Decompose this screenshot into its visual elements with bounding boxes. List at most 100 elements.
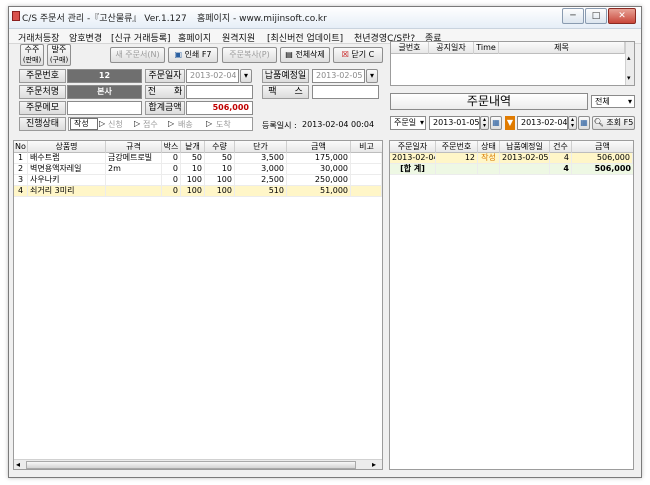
cell-each[interactable]: 10 [181, 164, 205, 175]
cell-box[interactable]: 0 [162, 153, 181, 164]
menu-new-register[interactable]: [신규 거래등록] [111, 31, 171, 44]
menu-homepage[interactable]: 홈페이지 [178, 31, 211, 44]
from-date-field[interactable]: 2013-01-05 [429, 116, 480, 130]
cell-qty[interactable]: 100 [205, 175, 235, 186]
cell-each[interactable]: 100 [181, 186, 205, 197]
cell-count[interactable]: 4 [550, 153, 572, 164]
notice-vertical-scrollbar[interactable]: ▴ ▾ [625, 42, 634, 85]
delete-all-button[interactable]: ▤ 전체삭제 [280, 47, 330, 63]
tab-sales-order[interactable]: 수주 (판매) [20, 44, 44, 66]
tab-purchase-order[interactable]: 발주 (구매) [47, 44, 71, 66]
new-order-button[interactable]: 새 주문서(N) [110, 47, 165, 63]
cell-note[interactable] [351, 153, 382, 164]
cell-order-amount[interactable]: 506,000 [572, 153, 633, 164]
copy-order-button[interactable]: 주문복사(P) [222, 47, 277, 63]
order-date-picker-icon[interactable]: ▾ [240, 69, 252, 83]
cell-qty[interactable]: 10 [205, 164, 235, 175]
cell-delivery-date[interactable]: 2013-02-05 [500, 153, 550, 164]
cell-amount[interactable]: 250,000 [287, 175, 351, 186]
menu-remote-support[interactable]: 원격지원 [222, 31, 255, 44]
status-step-arrive[interactable]: 도착 [216, 119, 231, 130]
status-step-ship[interactable]: 배송 [178, 119, 193, 130]
cell-unit-price[interactable]: 510 [235, 186, 287, 197]
tab-purchase-label: 발주 [51, 45, 67, 54]
col-notice-no: 글번호 [391, 42, 429, 54]
fax-field[interactable] [312, 85, 379, 99]
close-window-button[interactable]: ✕ [608, 8, 636, 24]
cell-spec[interactable] [106, 175, 162, 186]
cell-box[interactable]: 0 [162, 175, 181, 186]
minimize-button[interactable]: ─ [562, 8, 584, 24]
scroll-left-icon[interactable]: ◂ [16, 460, 20, 469]
phone-field[interactable] [186, 85, 253, 99]
total-label: 합계금액 [145, 101, 185, 115]
cell-order-date[interactable]: 2013-02-04 [390, 153, 436, 164]
table-row[interactable]: 2 벽면용액자레일 2m 0 10 10 3,000 30,000 [14, 164, 382, 175]
customer-field[interactable]: 본사 [67, 85, 142, 99]
search-button[interactable]: 🔍︎ 조회 F5 [592, 116, 635, 130]
cell-note[interactable] [351, 164, 382, 175]
menu-customers[interactable]: 거래처등장 [18, 31, 59, 44]
delivery-date-picker-icon[interactable]: ▾ [366, 69, 378, 83]
cell-no[interactable]: 2 [14, 164, 28, 175]
from-calendar-icon[interactable]: ▦ [490, 116, 502, 130]
cell-product[interactable]: 사우나키 [28, 175, 106, 186]
cell-no[interactable]: 3 [14, 175, 28, 186]
table-row[interactable]: 3 사우나키 0 100 100 2,500 250,000 [14, 175, 382, 186]
arrow-right-icon: ▷ [206, 119, 213, 128]
scroll-down-icon[interactable]: ▾ [627, 74, 631, 82]
cell-spec[interactable]: 금강메트로빌 [106, 153, 162, 164]
col-note: 비고 [359, 142, 374, 151]
cell-amount[interactable]: 51,000 [287, 186, 351, 197]
maximize-button[interactable]: □ [585, 8, 607, 24]
to-date-spinner[interactable]: ▴ ▾ [568, 116, 577, 130]
status-step-write[interactable]: 작성 [70, 118, 98, 130]
date-type-select[interactable]: 주문일 ▾ [390, 116, 426, 130]
status-step-receive[interactable]: 접수 [143, 119, 158, 130]
to-calendar-icon[interactable]: ▦ [578, 116, 590, 130]
status-step-request[interactable]: 신청 [108, 119, 123, 130]
cell-status[interactable]: 작성 [478, 153, 500, 164]
cell-qty[interactable]: 50 [205, 153, 235, 164]
cell-unit-price[interactable]: 3,500 [235, 153, 287, 164]
scroll-up-icon[interactable]: ▴ [627, 54, 631, 62]
items-horizontal-scrollbar[interactable]: ◂ ▸ [14, 459, 382, 469]
delivery-date-field[interactable]: 2013-02-05 [312, 69, 365, 83]
scroll-right-icon[interactable]: ▸ [372, 460, 376, 469]
cell-order-no[interactable]: 12 [436, 153, 478, 164]
from-date-spinner[interactable]: ▴ ▾ [480, 116, 489, 130]
col-order-amount: 금액 [595, 142, 610, 151]
cell-spec[interactable]: 2m [106, 164, 162, 175]
cell-no[interactable]: 1 [14, 153, 28, 164]
scrollbar-thumb[interactable] [26, 461, 356, 469]
memo-field[interactable] [67, 101, 142, 115]
cell-box[interactable]: 0 [162, 164, 181, 175]
table-row[interactable]: 1 배수트랩 금강메트로빌 0 50 50 3,500 175,000 [14, 153, 382, 164]
cell-box[interactable]: 0 [162, 186, 181, 197]
registered-datetime: 2013-02-04 00:04 [302, 120, 375, 129]
cell-product[interactable]: 벽면용액자레일 [28, 164, 106, 175]
menu-update[interactable]: [최신버전 업데이트] [267, 31, 343, 44]
menu-password[interactable]: 암호변경 [69, 31, 102, 44]
cell-amount[interactable]: 30,000 [287, 164, 351, 175]
cell-unit-price[interactable]: 3,000 [235, 164, 287, 175]
cell-amount[interactable]: 175,000 [287, 153, 351, 164]
cell-note[interactable] [351, 175, 382, 186]
close-button[interactable]: ☒ 닫기 C [333, 47, 383, 63]
table-row[interactable]: 2013-02-04 12 작성 2013-02-05 4 506,000 [390, 153, 633, 164]
cell-unit-price[interactable]: 2,500 [235, 175, 287, 186]
table-row[interactable]: 4 쇠거리 3미리 0 100 100 510 51,000 [14, 186, 382, 197]
order-no-field[interactable]: 12 [67, 69, 142, 83]
cell-each[interactable]: 100 [181, 175, 205, 186]
cell-product[interactable]: 배수트랩 [28, 153, 106, 164]
order-date-field[interactable]: 2013-02-04 [186, 69, 239, 83]
cell-each[interactable]: 50 [181, 153, 205, 164]
cell-note[interactable] [351, 186, 382, 197]
cell-qty[interactable]: 100 [205, 186, 235, 197]
to-date-field[interactable]: 2013-02-04 [517, 116, 568, 130]
print-button[interactable]: ▣ 인쇄 F7 [168, 47, 218, 63]
cell-product[interactable]: 쇠거리 3미리 [28, 186, 106, 197]
cell-spec[interactable] [106, 186, 162, 197]
orders-filter-select[interactable]: 전체 ▾ [591, 95, 635, 108]
cell-no[interactable]: 4 [14, 186, 28, 197]
